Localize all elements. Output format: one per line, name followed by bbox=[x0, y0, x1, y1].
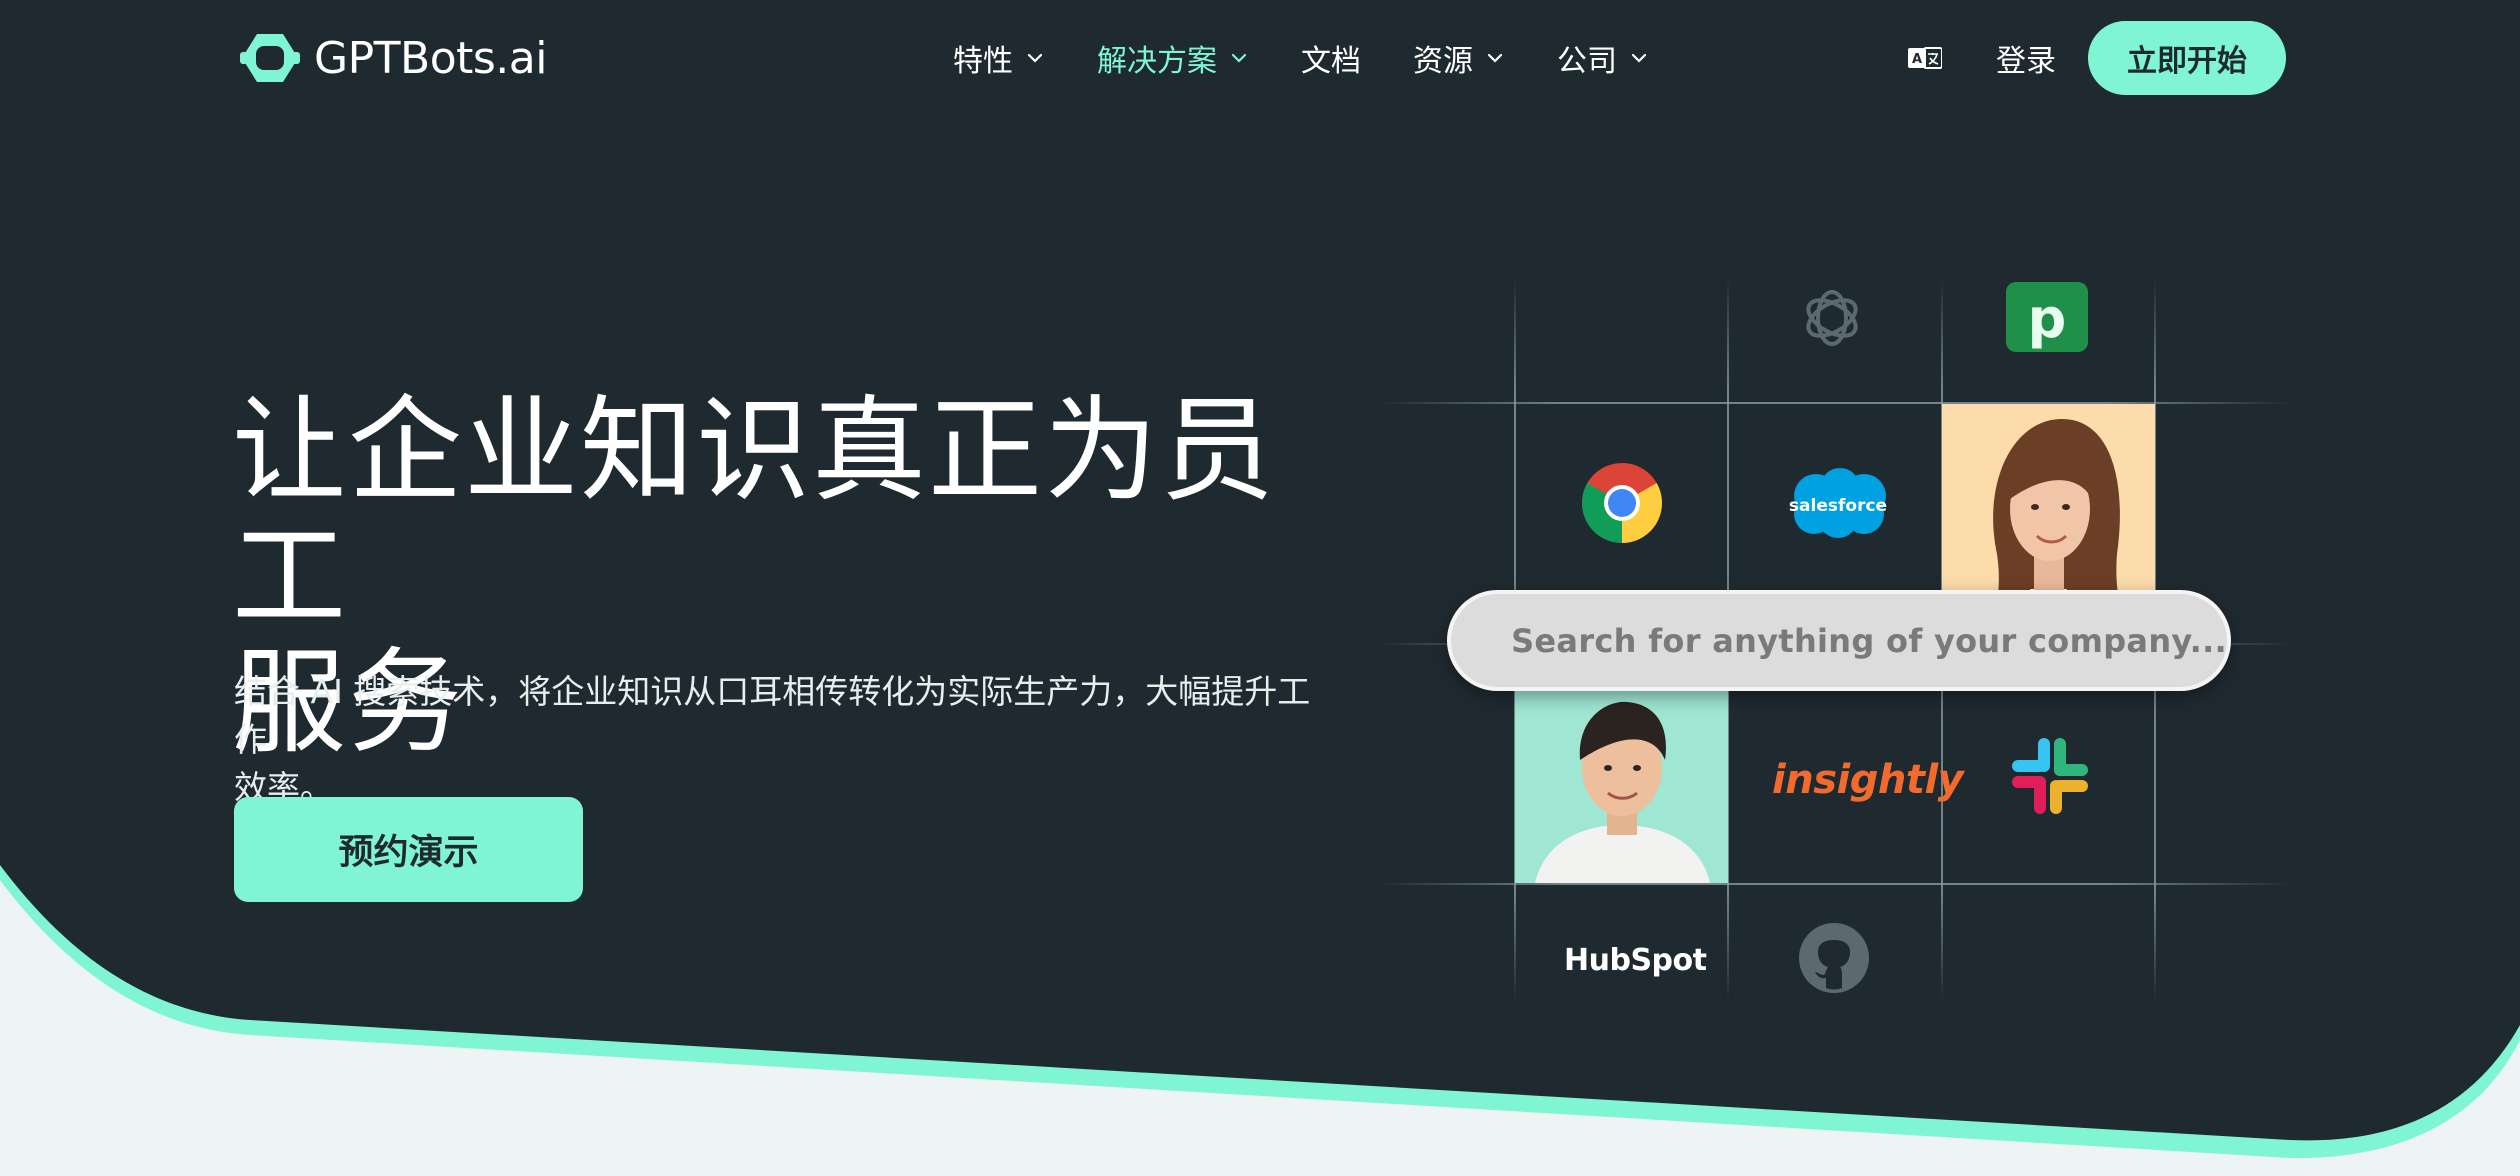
nav-item-company[interactable]: 公司 bbox=[1557, 36, 1649, 80]
pipedrive-icon: p bbox=[2006, 282, 2088, 352]
gptbots-logo-icon bbox=[240, 34, 300, 82]
brand-name: GPTBots.ai bbox=[314, 32, 547, 84]
nav-label: 特性 bbox=[953, 44, 1013, 79]
svg-text:A: A bbox=[1912, 52, 1922, 67]
company-search-bar[interactable]: Search for anything of your company... bbox=[1447, 590, 2231, 691]
hero-subtitle: 结合 AI 搜索技术，将企业知识从口耳相传转化为实际生产力，大幅提升工作 效率。 bbox=[234, 668, 1324, 812]
nav-item-resources[interactable]: 资源 bbox=[1413, 36, 1505, 80]
chrome-icon bbox=[1582, 463, 1662, 543]
salesforce-icon: salesforce bbox=[1789, 468, 1887, 538]
salesforce-wordmark: salesforce bbox=[1789, 496, 1887, 516]
book-demo-button[interactable]: 预约演示 bbox=[234, 797, 583, 902]
chevron-down-icon bbox=[1487, 53, 1503, 63]
nav-item-features[interactable]: 特性 bbox=[953, 36, 1045, 80]
site-header: GPTBots.ai 特性 解决方案 文档 资源 公司 A 登录 立即开始 bbox=[0, 0, 2520, 116]
get-started-button[interactable]: 立即开始 bbox=[2088, 21, 2286, 95]
nav-item-solutions[interactable]: 解决方案 bbox=[1097, 36, 1249, 80]
chevron-down-icon bbox=[1027, 53, 1043, 63]
nav-label: 公司 bbox=[1557, 44, 1617, 79]
employee-photo-man bbox=[1515, 690, 1728, 883]
chevron-down-icon bbox=[1231, 53, 1247, 63]
man-avatar-icon bbox=[1515, 690, 1728, 883]
translate-icon[interactable]: A bbox=[1908, 44, 1942, 72]
pipedrive-letter: p bbox=[2028, 287, 2067, 350]
login-link[interactable]: 登录 bbox=[1996, 36, 2056, 80]
openai-icon bbox=[1806, 290, 1858, 346]
nav-item-docs[interactable]: 文档 bbox=[1301, 36, 1361, 80]
hero-title-line: 让企业知识真正为员工 bbox=[232, 384, 1277, 643]
chevron-down-icon bbox=[1631, 53, 1647, 63]
hero-subtitle-line: 结合 AI 搜索技术，将企业知识从口耳相传转化为实际生产力，大幅提升工作 bbox=[234, 672, 1311, 759]
brand-logo[interactable]: GPTBots.ai bbox=[240, 30, 547, 86]
main-nav: 特性 解决方案 文档 资源 公司 bbox=[953, 34, 1701, 82]
nav-label: 资源 bbox=[1413, 44, 1473, 79]
github-icon bbox=[1799, 923, 1869, 993]
slack-icon bbox=[2012, 738, 2088, 814]
hubspot-icon: HubSpot bbox=[1564, 943, 1707, 978]
nav-label: 文档 bbox=[1301, 44, 1361, 79]
search-placeholder: Search for anything of your company... bbox=[1511, 621, 2227, 660]
nav-label: 解决方案 bbox=[1097, 44, 1217, 79]
insightly-icon: insightly bbox=[1772, 757, 1964, 803]
